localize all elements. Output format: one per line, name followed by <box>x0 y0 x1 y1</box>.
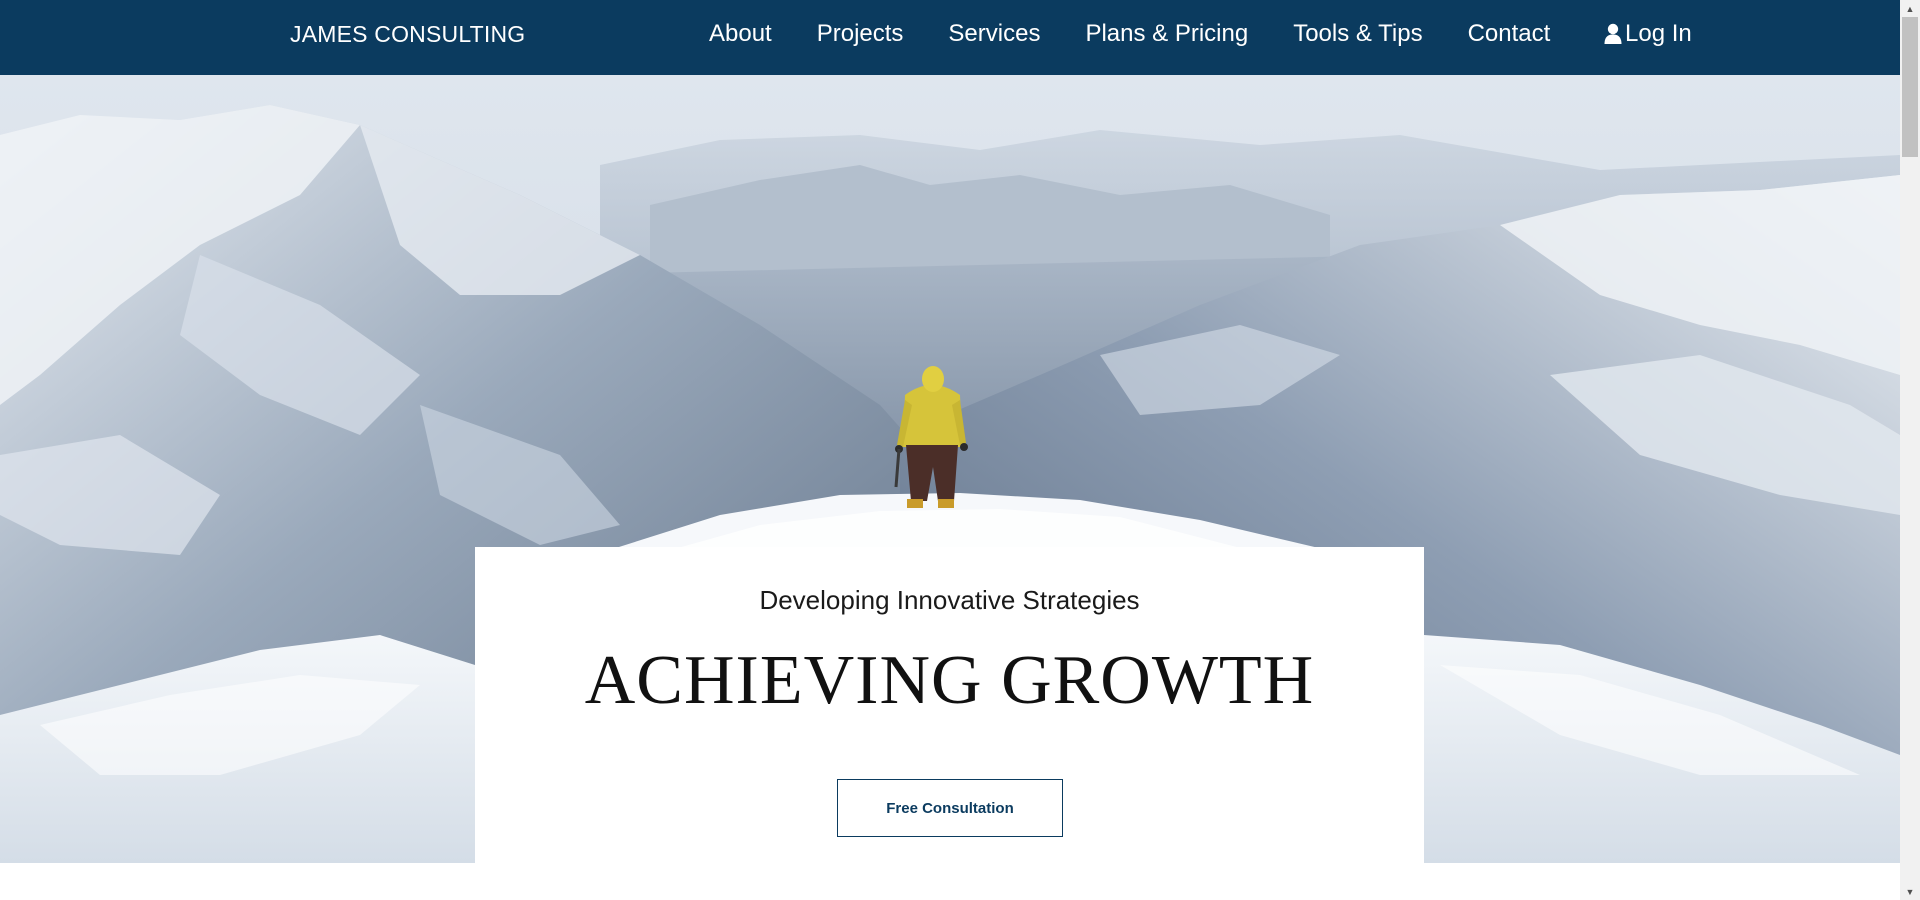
nav-plans-pricing[interactable]: Plans & Pricing <box>1085 20 1248 48</box>
hero-subtitle: Developing Innovative Strategies <box>759 585 1140 615</box>
vertical-scrollbar[interactable]: ▲ ▼ <box>1900 0 1920 900</box>
nav-services[interactable]: Services <box>948 20 1040 48</box>
user-icon <box>1604 23 1622 44</box>
nav-contact[interactable]: Contact <box>1468 20 1551 48</box>
hero-section: Developing Innovative Strategies ACHIEVI… <box>0 75 1900 863</box>
main-menu: About Projects Services Plans & Pricing … <box>709 20 1595 48</box>
scrollbar-thumb[interactable] <box>1902 17 1918 157</box>
login-label: Log In <box>1625 20 1692 47</box>
login-button[interactable]: Log In <box>1604 20 1692 48</box>
scroll-up-arrow-icon[interactable]: ▲ <box>1900 0 1920 17</box>
nav-projects[interactable]: Projects <box>817 20 904 48</box>
nav-tools-tips[interactable]: Tools & Tips <box>1293 20 1422 48</box>
hero-title: ACHIEVING GROWTH <box>584 642 1315 719</box>
free-consultation-button[interactable]: Free Consultation <box>837 779 1063 837</box>
hero-card: Developing Innovative Strategies ACHIEVI… <box>475 547 1424 863</box>
nav-about[interactable]: About <box>709 20 772 48</box>
page: JAMES CONSULTING About Projects Services… <box>0 0 1920 900</box>
brand-logo-text[interactable]: JAMES CONSULTING <box>290 21 525 48</box>
scroll-down-arrow-icon[interactable]: ▼ <box>1900 883 1920 900</box>
top-navigation-bar: JAMES CONSULTING About Projects Services… <box>0 0 1900 75</box>
